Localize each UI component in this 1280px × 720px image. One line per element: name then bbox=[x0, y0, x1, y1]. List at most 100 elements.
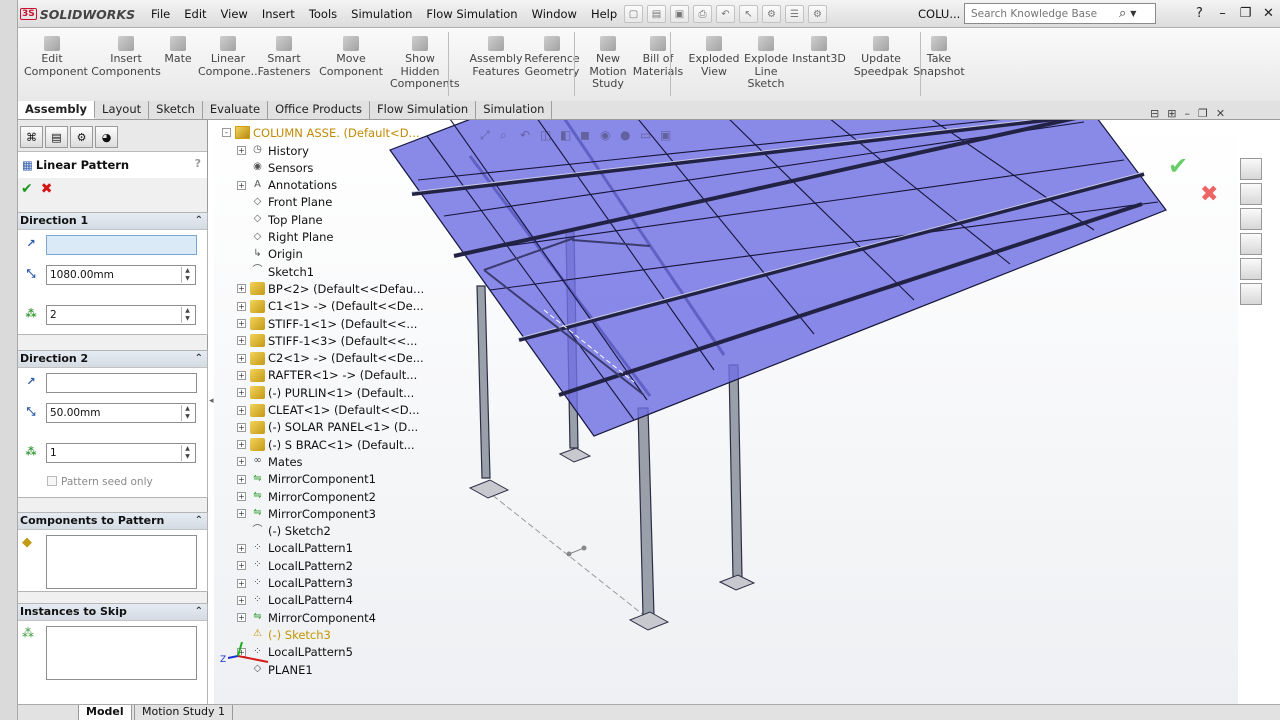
close-doc-icon[interactable]: ✕ bbox=[1216, 107, 1225, 120]
tree-node[interactable]: + ⁘ LocalLPattern1 bbox=[237, 540, 353, 557]
direction1-instances-input[interactable]: 2 ▲ ▼ bbox=[46, 305, 196, 325]
expand-node-icon[interactable]: + bbox=[237, 492, 246, 501]
zoom-area-icon[interactable]: ⌕ bbox=[500, 128, 514, 142]
tab-flow-simulation[interactable]: Flow Simulation bbox=[370, 101, 477, 119]
expand-node-icon[interactable]: + bbox=[237, 578, 246, 588]
split-icon[interactable]: ⊞ bbox=[1167, 107, 1176, 120]
expand-node-icon[interactable]: + bbox=[237, 146, 246, 155]
expand-node-icon[interactable]: + bbox=[237, 301, 246, 311]
appearances-icon[interactable] bbox=[1240, 258, 1262, 280]
file-explorer-icon[interactable] bbox=[1240, 208, 1262, 230]
confirm-corner-ok-icon[interactable]: ✔ bbox=[1168, 152, 1188, 180]
expand-node-icon[interactable]: + bbox=[237, 613, 246, 623]
expand-node-icon[interactable]: + bbox=[237, 440, 246, 450]
tree-node[interactable]: + CLEAT<1> (Default<<D... bbox=[237, 402, 420, 419]
direction1-header[interactable]: Direction 1 ⌃ bbox=[18, 213, 207, 230]
tree-node[interactable]: + ⇋ MirrorComponent3 bbox=[237, 505, 376, 522]
cancel-button[interactable]: ✖ bbox=[41, 181, 53, 197]
new-document-icon[interactable]: ▢ bbox=[624, 5, 643, 23]
property-manager-tab-icon[interactable]: ▤ bbox=[45, 126, 68, 148]
menu-item-view[interactable]: View bbox=[214, 7, 255, 21]
direction2-spacing-input[interactable]: 50.00mm ▲ ▼ bbox=[46, 403, 196, 423]
tree-node[interactable]: +◉Sensors bbox=[237, 159, 313, 176]
tab-sketch[interactable]: Sketch bbox=[149, 101, 203, 119]
cmd-move-component[interactable]: Move Component bbox=[316, 31, 386, 99]
collapse-node-icon[interactable]: - bbox=[222, 128, 231, 137]
expand-node-icon[interactable]: + bbox=[237, 474, 246, 484]
reverse-direction-icon[interactable]: ↗ bbox=[22, 375, 40, 391]
chevron-down-icon[interactable]: ▼ bbox=[1130, 9, 1136, 18]
cmd-instant3d[interactable]: Instant3D bbox=[788, 31, 850, 99]
menu-item-flow-simulation[interactable]: Flow Simulation bbox=[419, 7, 524, 21]
search-input[interactable] bbox=[965, 7, 1117, 20]
expand-node-icon[interactable]: + bbox=[237, 405, 246, 415]
tree-node[interactable]: + (-) SOLAR PANEL<1> (D... bbox=[237, 419, 418, 436]
minimize-button[interactable]: – bbox=[1211, 6, 1234, 21]
tree-node[interactable]: + ◷ History bbox=[237, 142, 309, 159]
cmd-edit-component[interactable]: Edit Component bbox=[24, 31, 88, 99]
tree-node[interactable]: + C2<1> -> (Default<<De... bbox=[237, 350, 424, 367]
design-library-icon[interactable] bbox=[1240, 183, 1262, 205]
menu-item-help[interactable]: Help bbox=[584, 7, 624, 21]
section-view-icon[interactable]: ◫ bbox=[540, 128, 554, 142]
components-list[interactable] bbox=[46, 535, 197, 589]
menu-item-window[interactable]: Window bbox=[525, 7, 584, 21]
direction2-instances-input[interactable]: 1 ▲ ▼ bbox=[46, 443, 196, 463]
hide-show-icon[interactable]: ◉ bbox=[600, 128, 614, 142]
cmd-show-hidden-components[interactable]: Show Hidden Components bbox=[390, 31, 460, 99]
tree-node[interactable]: + BP<2> (Default<<Defau... bbox=[237, 280, 424, 297]
direction2-header[interactable]: Direction 2 ⌃ bbox=[18, 351, 207, 368]
restore-button[interactable]: ❐ bbox=[1234, 6, 1257, 21]
spinner-icon[interactable]: ▲ ▼ bbox=[181, 267, 193, 283]
tree-node[interactable]: + A Annotations bbox=[237, 177, 337, 194]
tree-node[interactable]: +◇Top Plane bbox=[237, 211, 323, 228]
checkbox-icon[interactable] bbox=[47, 476, 57, 486]
custom-properties-icon[interactable] bbox=[1240, 283, 1262, 305]
tree-node[interactable]: + ⁘ LocalLPattern3 bbox=[237, 575, 353, 592]
previous-view-icon[interactable]: ↶ bbox=[520, 128, 534, 142]
expand-node-icon[interactable]: + bbox=[237, 561, 246, 571]
undo-icon[interactable]: ↶ bbox=[716, 5, 735, 23]
instances-skip-header[interactable]: Instances to Skip ⌃ bbox=[18, 604, 207, 621]
direction1-spacing-input[interactable]: 1080.00mm ▲ ▼ bbox=[46, 265, 196, 285]
cmd-mate[interactable]: Mate bbox=[158, 31, 198, 99]
restore-doc-icon[interactable]: ❐ bbox=[1198, 107, 1208, 120]
instances-skip-list[interactable] bbox=[46, 626, 197, 680]
expand-node-icon[interactable]: + bbox=[237, 509, 246, 519]
cmd-update-speedpak[interactable]: Update Speedpak bbox=[850, 31, 912, 99]
zoom-to-fit-icon[interactable]: ⤢ bbox=[480, 128, 494, 142]
print-icon[interactable]: ⎙ bbox=[693, 5, 712, 23]
expand-node-icon[interactable]: + bbox=[237, 336, 246, 346]
tree-node[interactable]: + ⇋ MirrorComponent2 bbox=[237, 488, 376, 505]
spinner-icon[interactable]: ▲ ▼ bbox=[181, 307, 193, 323]
cmd-exploded-view[interactable]: Exploded View bbox=[684, 31, 744, 99]
rebuild-icon[interactable]: ⚙ bbox=[762, 5, 781, 23]
expand-node-icon[interactable]: + bbox=[237, 353, 246, 363]
menu-item-file[interactable]: File bbox=[144, 7, 177, 21]
resources-icon[interactable] bbox=[1240, 158, 1262, 180]
tree-node[interactable]: +◇Right Plane bbox=[237, 229, 334, 246]
search-knowledge-base[interactable]: ⌕ ▼ bbox=[964, 3, 1156, 24]
tab-evaluate[interactable]: Evaluate bbox=[203, 101, 269, 119]
configuration-manager-tab-icon[interactable]: ⚙ bbox=[70, 126, 93, 148]
cmd-take-snapshot[interactable]: Take Snapshot bbox=[910, 31, 968, 99]
cmd-smart-fasteners[interactable]: Smart Fasteners bbox=[254, 31, 314, 99]
tree-node[interactable]: + (-) S BRAC<1> (Default... bbox=[237, 436, 415, 453]
expand-node-icon[interactable]: + bbox=[237, 457, 246, 467]
view-palette-icon[interactable] bbox=[1240, 233, 1262, 255]
options-icon[interactable]: ⚙ bbox=[808, 5, 827, 23]
expand-node-icon[interactable]: + bbox=[237, 319, 246, 328]
cmd-explode-line-sketch[interactable]: Explode Line Sketch bbox=[740, 31, 792, 99]
help-button[interactable]: ? bbox=[195, 157, 201, 170]
tree-node[interactable]: + (-) PURLIN<1> (Default... bbox=[237, 384, 414, 401]
collapse-icon[interactable]: ⌃ bbox=[195, 351, 203, 367]
menu-item-insert[interactable]: Insert bbox=[255, 7, 302, 21]
display-style-icon[interactable]: ◼ bbox=[580, 128, 594, 142]
open-document-icon[interactable]: ▤ bbox=[647, 5, 666, 23]
expand-node-icon[interactable]: + bbox=[237, 370, 246, 380]
collapse-icon[interactable]: ⌃ bbox=[195, 513, 203, 529]
direction2-reference-field[interactable] bbox=[46, 373, 197, 393]
expand-node-icon[interactable]: + bbox=[237, 180, 246, 190]
tree-node[interactable]: + ⁘ LocalLPattern2 bbox=[237, 557, 353, 574]
ok-button[interactable]: ✔ bbox=[21, 181, 33, 197]
